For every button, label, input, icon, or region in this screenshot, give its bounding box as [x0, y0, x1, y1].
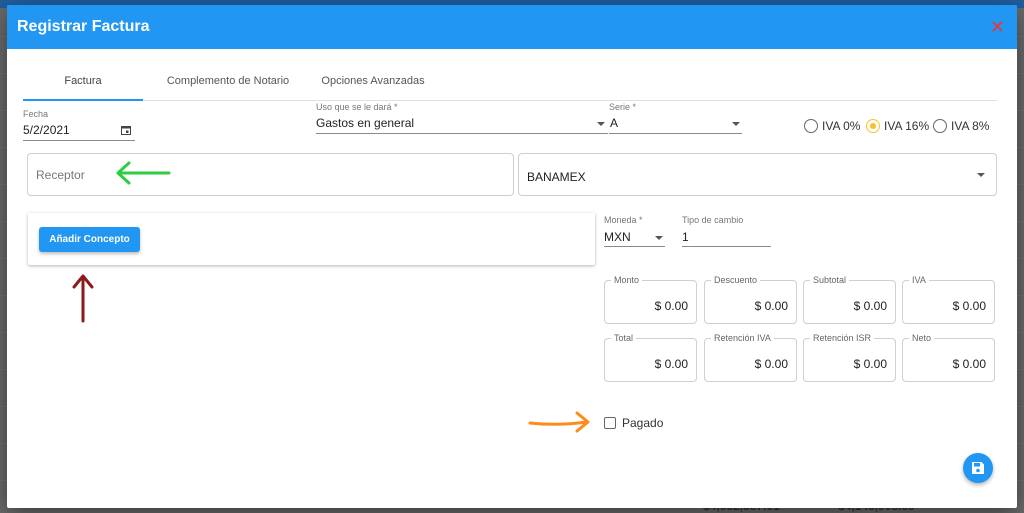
registrar-factura-dialog: Registrar Factura ✕ Factura Complemento …	[7, 5, 1017, 508]
retencion-iva-label: Retención IVA	[711, 333, 774, 343]
moneda-label: Moneda *	[604, 215, 643, 225]
radio-iva-0[interactable]: IVA 0%	[804, 119, 860, 133]
iva-value: $ 0.00	[952, 299, 986, 313]
uso-dropdown-icon[interactable]	[597, 122, 605, 126]
iva-label: IVA	[909, 275, 929, 285]
radio-iva-8[interactable]: IVA 8%	[933, 119, 989, 133]
radio-label: IVA 8%	[951, 119, 990, 133]
receptor-field[interactable]: Receptor	[27, 153, 514, 196]
descuento-field: Descuento $ 0.00	[704, 275, 797, 324]
iva-field: IVA $ 0.00	[902, 275, 995, 324]
tab-complemento-notario[interactable]: Complemento de Notario	[143, 75, 313, 101]
dialog-title: Registrar Factura	[17, 18, 150, 35]
dialog-titlebar: Registrar Factura ✕	[7, 5, 1017, 49]
total-label: Total	[611, 333, 637, 343]
tipo-cambio-input[interactable]: 1	[682, 230, 689, 244]
banco-dropdown-icon[interactable]	[977, 173, 985, 177]
neto-label: Neto	[909, 333, 935, 343]
uso-select[interactable]: Gastos en general	[316, 116, 414, 130]
monto-field: Monto $ 0.00	[604, 275, 697, 324]
radio-label: IVA 0%	[822, 119, 861, 133]
neto-field: Neto $ 0.00	[902, 333, 995, 382]
tab-opciones-avanzadas[interactable]: Opciones Avanzadas	[313, 75, 433, 101]
uso-underline	[316, 133, 608, 134]
radio-label: IVA 16%	[884, 119, 930, 133]
retencion-iva-value: $ 0.00	[754, 357, 788, 371]
annotation-arrow-up-icon	[72, 274, 94, 323]
retencion-isr-value: $ 0.00	[853, 357, 887, 371]
total-value: $ 0.00	[654, 357, 688, 371]
radio-circle	[866, 119, 880, 133]
tab-bar: Factura Complemento de Notario Opciones …	[23, 75, 997, 101]
subtotal-value: $ 0.00	[853, 299, 887, 313]
calendar-icon[interactable]	[121, 125, 131, 135]
receptor-placeholder: Receptor	[36, 168, 85, 182]
checkbox-box	[604, 417, 616, 429]
serie-dropdown-icon[interactable]	[732, 122, 740, 126]
fecha-label: Fecha	[23, 109, 49, 119]
banco-select[interactable]: BANAMEX	[518, 153, 997, 196]
serie-label: Serie *	[609, 102, 637, 112]
banco-value: BANAMEX	[527, 170, 586, 184]
moneda-underline	[604, 246, 665, 247]
monto-value: $ 0.00	[654, 299, 688, 313]
pagado-label: Pagado	[622, 416, 664, 430]
annotation-arrow-right-icon	[528, 411, 590, 433]
tipo-cambio-label: Tipo de cambio	[682, 215, 744, 225]
retencion-isr-field: Retención ISR $ 0.00	[803, 333, 896, 382]
radio-circle	[804, 119, 818, 133]
radio-circle	[933, 119, 947, 133]
subtotal-field: Subtotal $ 0.00	[803, 275, 896, 324]
neto-value: $ 0.00	[952, 357, 986, 371]
retencion-isr-label: Retención ISR	[810, 333, 875, 343]
serie-select[interactable]: A	[610, 116, 618, 130]
moneda-select[interactable]: MXN	[604, 230, 631, 244]
total-field: Total $ 0.00	[604, 333, 697, 382]
close-icon[interactable]: ✕	[990, 18, 1005, 36]
pagado-checkbox[interactable]: Pagado	[604, 416, 663, 430]
moneda-dropdown-icon[interactable]	[655, 236, 663, 240]
descuento-value: $ 0.00	[754, 299, 788, 313]
retencion-iva-field: Retención IVA $ 0.00	[704, 333, 797, 382]
save-button[interactable]	[963, 453, 993, 483]
tipo-cambio-underline	[682, 246, 771, 247]
conceptos-card: Añadir Concepto	[28, 213, 595, 265]
monto-label: Monto	[611, 275, 643, 285]
descuento-label: Descuento	[711, 275, 761, 285]
add-concepto-button[interactable]: Añadir Concepto	[39, 227, 140, 252]
radio-iva-16[interactable]: IVA 16%	[866, 119, 929, 133]
serie-underline	[609, 133, 742, 134]
fecha-underline	[23, 140, 135, 141]
save-icon	[972, 462, 984, 474]
subtotal-label: Subtotal	[810, 275, 850, 285]
annotation-arrow-left-icon	[116, 161, 171, 185]
uso-label: Uso que se le dará *	[316, 102, 398, 112]
fecha-input[interactable]: 5/2/2021	[23, 123, 70, 137]
tab-factura[interactable]: Factura	[23, 75, 143, 101]
